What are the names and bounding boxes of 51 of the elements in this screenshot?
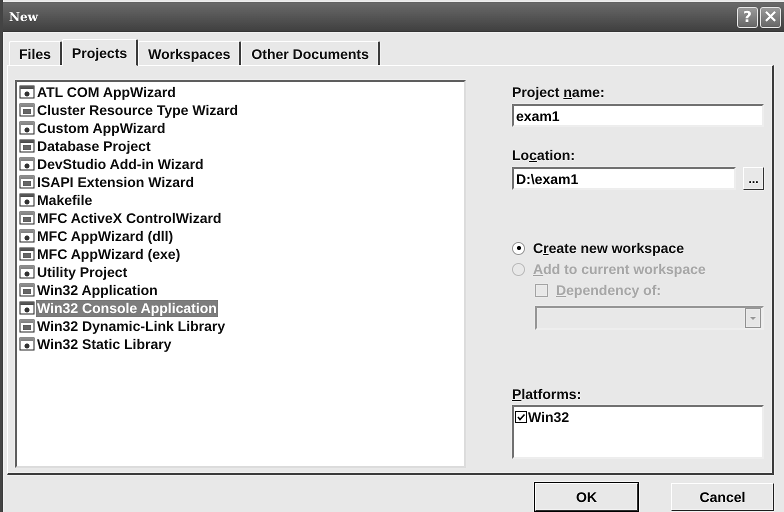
tab[interactable]: Other Documents [241,41,380,65]
list-item[interactable]: Makefile [36,192,94,208]
list-item[interactable]: Custom AppWizard [36,120,166,136]
list-item[interactable]: Win32 Static Library [36,336,172,352]
window-icon [19,282,35,298]
window-icon [19,120,35,136]
browse-button[interactable]: ... [743,167,764,190]
window-icon [19,138,35,154]
list-item[interactable]: Win32 Console Application [36,300,218,316]
window-icon [19,174,35,190]
input-field[interactable]: exam1 [512,104,764,127]
option-label: Dependency of: [556,282,662,298]
list-item[interactable]: MFC AppWizard (dll) [36,228,174,244]
help-button[interactable]: ? [737,6,758,28]
list-item[interactable]: Win32 Application [36,282,159,298]
list-item[interactable]: Win32 [528,409,570,425]
window-icon [19,210,35,226]
list-item[interactable]: Cluster Resource Type Wizard [36,102,240,118]
window-icon [19,102,35,118]
tab[interactable]: Projects [62,39,138,66]
window-icon [19,246,35,262]
checkbox[interactable] [515,411,527,423]
window-icon [19,192,35,208]
window-icon [19,300,35,316]
list-item[interactable]: MFC AppWizard (exe) [36,246,182,262]
option-label: Add to current workspace [533,261,706,277]
close-button[interactable]: × [760,6,781,28]
ok-button[interactable]: OK [535,483,638,511]
list-item[interactable]: Utility Project [36,264,128,280]
window-icon [19,228,35,244]
radio-button[interactable] [512,242,525,254]
field-label: Project name: [512,84,606,100]
window-title: New [9,10,38,24]
list-item[interactable]: Database Project [36,138,152,154]
list-item[interactable]: ISAPI Extension Wizard [36,174,196,190]
list-item[interactable]: ATL COM AppWizard [36,84,177,100]
list-item[interactable]: MFC ActiveX ControlWizard [36,210,222,226]
window-icon [19,264,35,280]
window-icon [19,156,35,172]
list-item[interactable]: Win32 Dynamic-Link Library [36,318,226,334]
window-icon [19,318,35,334]
option-label: Create new workspace [533,240,684,256]
field-label: Platforms: [512,386,582,402]
tab[interactable]: Workspaces [138,41,242,65]
cancel-button[interactable]: Cancel [671,483,774,511]
window-icon [19,84,35,100]
list-item[interactable]: DevStudio Add-in Wizard [36,156,205,172]
window-icon [19,336,35,352]
field-label: Location: [512,147,576,163]
tab[interactable]: Files [9,41,62,65]
input-field[interactable]: D:\exam1 [512,167,736,190]
